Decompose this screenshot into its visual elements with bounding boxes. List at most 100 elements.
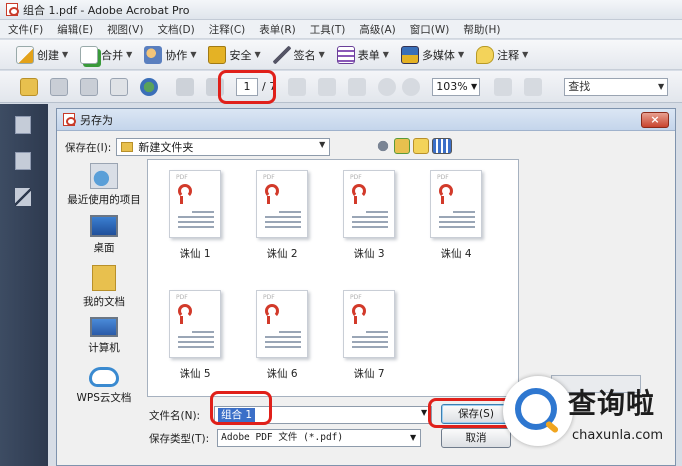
combine-icon [80, 45, 99, 64]
pdf-document-icon: PDF [343, 290, 395, 358]
file-item[interactable]: PDF 诛仙 5 [160, 290, 230, 381]
pdf-tag: PDF [176, 174, 188, 181]
pages-icon[interactable] [15, 116, 31, 134]
pdf-tag: PDF [350, 174, 362, 181]
comment-button[interactable]: 注释 ▼ [476, 45, 528, 64]
save-disk-icon[interactable] [80, 77, 98, 96]
file-item[interactable]: PDF 诛仙 2 [247, 170, 317, 261]
collaborate-icon [144, 45, 163, 64]
folder-icon [121, 142, 134, 152]
create-label: 创建 [37, 48, 59, 62]
globe-icon[interactable] [140, 77, 158, 96]
create-button[interactable]: 创建 ▼ [16, 45, 68, 64]
multimedia-icon [400, 45, 419, 64]
email-icon[interactable] [110, 77, 128, 96]
zoom-out-icon[interactable] [378, 77, 397, 96]
file-item[interactable]: PDF 诛仙 1 [160, 170, 230, 261]
highlight-page-number [218, 70, 276, 104]
up-folder-icon[interactable] [394, 138, 410, 154]
previous-page-icon[interactable] [176, 77, 194, 96]
menu-view[interactable]: 视图(V) [107, 22, 143, 37]
dialog-title: 另存为 [80, 113, 113, 127]
print-icon[interactable] [50, 77, 68, 96]
secure-button[interactable]: 安全 ▼ [208, 45, 261, 64]
recent-items-icon [90, 163, 118, 189]
chevron-down-icon: ▼ [658, 81, 665, 91]
file-item[interactable]: PDF 诛仙 6 [247, 290, 317, 381]
file-list: PDF 诛仙 1 PDF 诛仙 2 PDF 诛仙 3 PDF 诛仙 4 PDF … [147, 159, 519, 397]
fit-page-icon[interactable] [494, 77, 513, 96]
multimedia-label: 多媒体 [421, 48, 455, 62]
forms-label: 表单 [357, 48, 380, 62]
pdf-tag: PDF [263, 174, 275, 181]
menu-tools[interactable]: 工具(T) [310, 22, 346, 37]
pdf-file-icon [6, 3, 19, 16]
filetype-select[interactable]: Adobe PDF 文件 (*.pdf) ▼ [217, 429, 422, 447]
pdf-tag: PDF [437, 174, 449, 181]
select-cursor-icon[interactable] [288, 77, 307, 96]
menu-help[interactable]: 帮助(H) [463, 22, 500, 37]
filetype-value: Adobe PDF 文件 (*.pdf) [221, 432, 344, 443]
place-computer[interactable]: 计算机 [65, 317, 143, 355]
menu-forms[interactable]: 表单(R) [259, 22, 296, 37]
chevron-down-icon: ▼ [319, 140, 326, 149]
close-button[interactable]: × [641, 112, 669, 128]
place-desktop[interactable]: 桌面 [65, 215, 143, 255]
cancel-button[interactable]: 取消 [441, 428, 511, 448]
menu-advanced[interactable]: 高级(A) [359, 22, 395, 37]
back-icon[interactable] [375, 138, 391, 154]
cloud-icon [89, 367, 119, 387]
place-recent[interactable]: 最近使用的项目 [65, 163, 143, 207]
bookmarks-icon[interactable] [15, 152, 31, 170]
save-in-select[interactable]: 新建文件夹 ▼ [116, 138, 331, 156]
sign-label: 签名 [293, 48, 316, 62]
pdf-file-icon [63, 113, 76, 126]
comment-icon [476, 45, 495, 64]
watermark-logo [503, 376, 573, 446]
zoom-level-select[interactable]: 103% ▼ [432, 77, 481, 96]
multimedia-button[interactable]: 多媒体 ▼ [400, 45, 464, 64]
places-bar: 最近使用的项目 桌面 我的文档 计算机 WPS云文档 [65, 159, 143, 429]
dialog-title-bar: 另存为 [57, 109, 675, 131]
new-folder-icon[interactable] [413, 138, 429, 154]
my-documents-icon [92, 265, 116, 291]
forms-button[interactable]: 表单 ▼ [336, 45, 389, 64]
file-name: 诛仙 3 [353, 248, 385, 260]
folder-nav-tools [375, 138, 455, 154]
lock-icon [208, 45, 227, 64]
place-label: 我的文档 [83, 296, 125, 308]
view-menu-icon[interactable] [432, 138, 452, 154]
file-name: 诛仙 2 [266, 248, 298, 260]
menu-document[interactable]: 文档(D) [157, 22, 194, 37]
place-wps-cloud[interactable]: WPS云文档 [65, 367, 143, 405]
file-name: 诛仙 1 [179, 248, 211, 260]
zoom-in-icon[interactable] [402, 77, 421, 96]
file-name: 诛仙 7 [353, 368, 385, 380]
menu-comments[interactable]: 注释(C) [209, 22, 246, 37]
filename-label: 文件名(N): [149, 409, 201, 422]
file-name: 诛仙 4 [440, 248, 472, 260]
pdf-tag: PDF [350, 294, 362, 301]
place-my-documents[interactable]: 我的文档 [65, 265, 143, 309]
chevron-down-icon: ▼ [318, 50, 325, 59]
sign-button[interactable]: 签名 ▼ [272, 45, 325, 64]
signatures-icon[interactable] [15, 188, 31, 206]
full-screen-icon[interactable] [524, 77, 543, 96]
open-folder-icon[interactable] [20, 77, 38, 96]
menu-window[interactable]: 窗口(W) [410, 22, 450, 37]
menu-file[interactable]: 文件(F) [8, 22, 43, 37]
filetype-label: 保存类型(T): [149, 432, 210, 445]
zoom-tool-icon[interactable] [348, 77, 367, 96]
find-input[interactable]: 查找 ▼ [564, 77, 669, 96]
comment-label: 注释 [497, 48, 520, 62]
collaborate-button[interactable]: 协作 ▼ [144, 45, 196, 64]
menu-edit[interactable]: 编辑(E) [57, 22, 93, 37]
search-logo-icon [515, 388, 557, 430]
hand-tool-icon[interactable] [318, 77, 337, 96]
file-item[interactable]: PDF 诛仙 3 [334, 170, 404, 261]
file-item[interactable]: PDF 诛仙 7 [334, 290, 404, 381]
file-item[interactable]: PDF 诛仙 4 [421, 170, 491, 261]
secure-label: 安全 [229, 48, 252, 62]
highlight-save-button [428, 398, 514, 428]
combine-button[interactable]: 合并 ▼ [80, 45, 132, 64]
